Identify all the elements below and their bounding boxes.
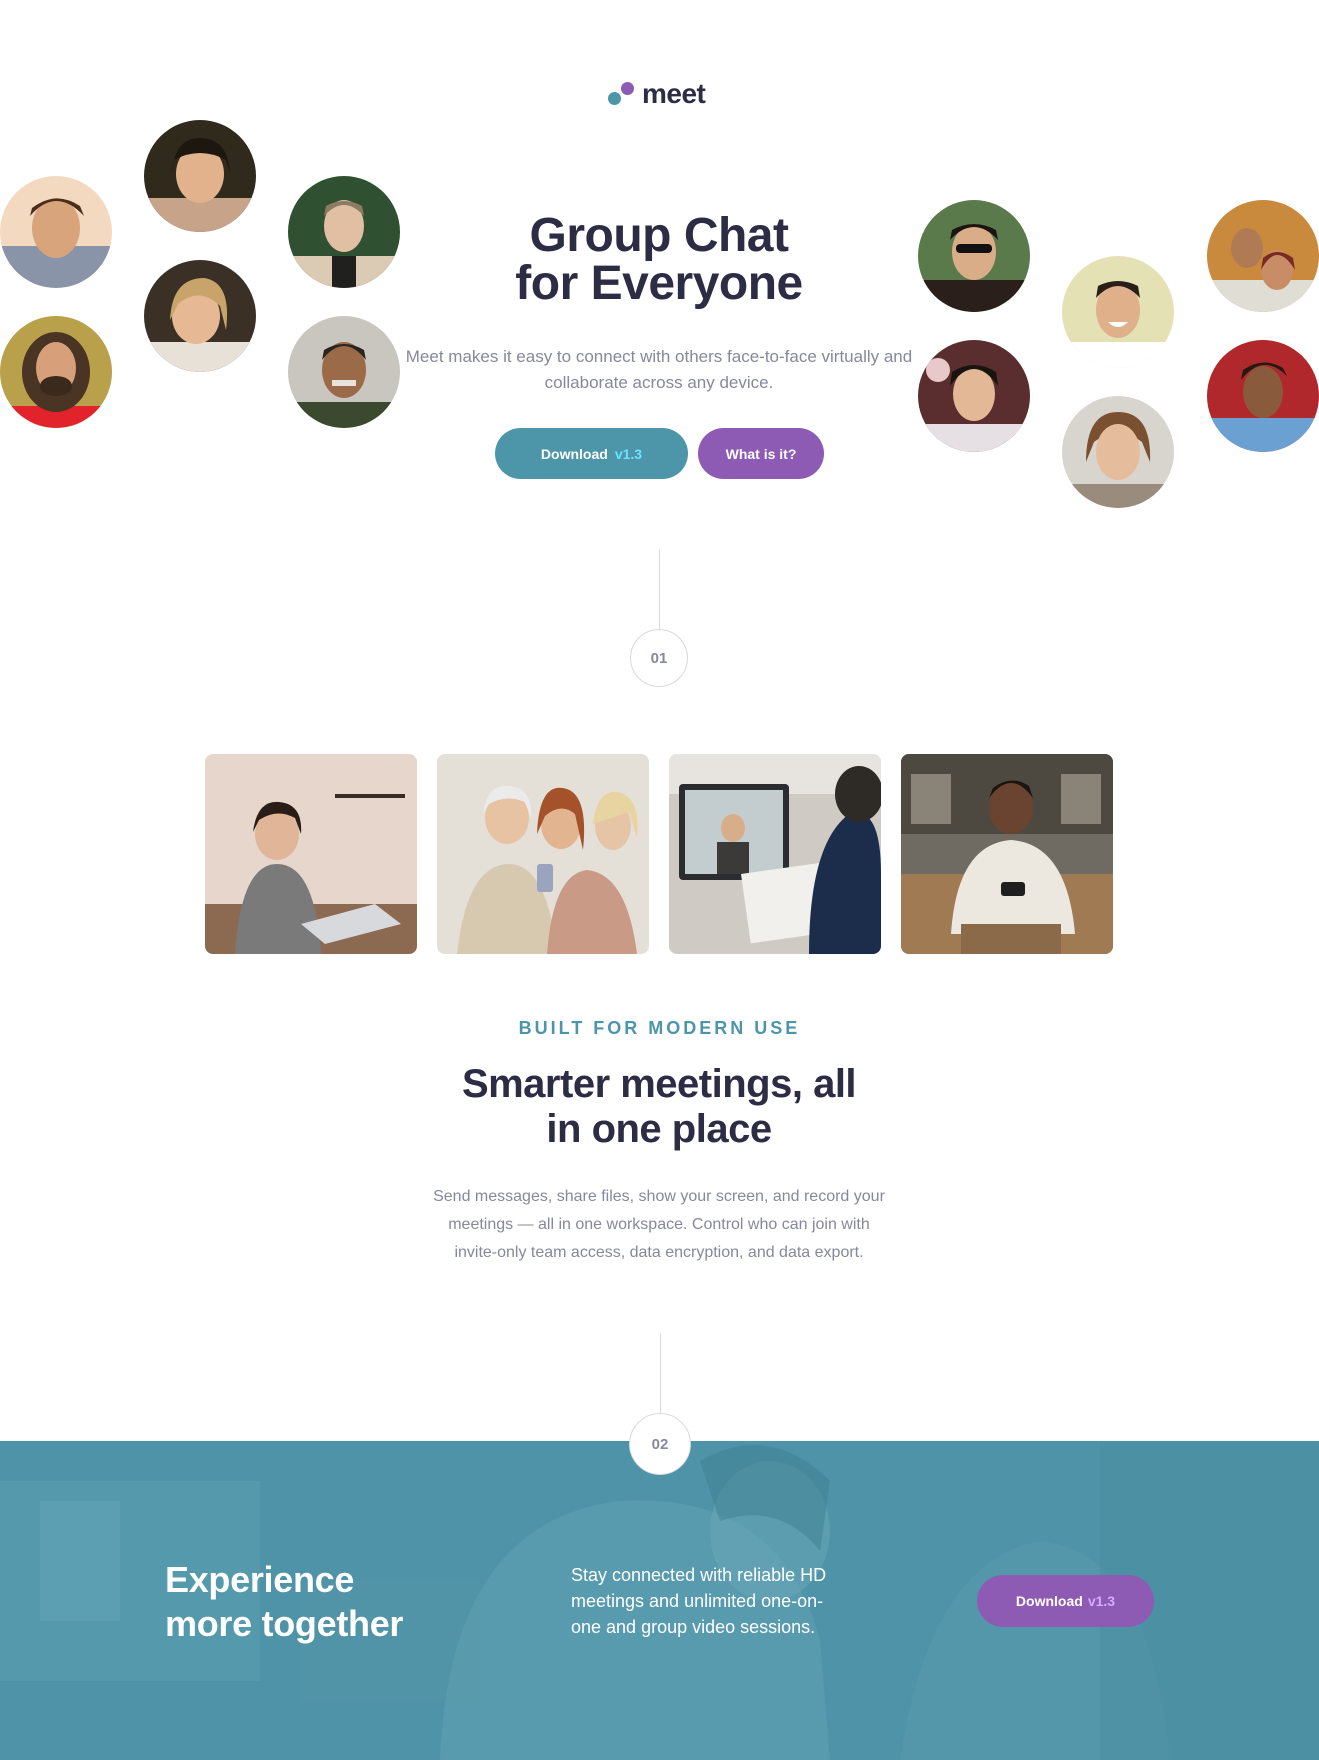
section-title: Smarter meetings, all in one place xyxy=(419,1062,899,1152)
hero-title-line2: for Everyone xyxy=(515,257,803,310)
photo-women-with-phone xyxy=(437,754,649,954)
cta-title: Experience more together xyxy=(165,1558,465,1646)
avatar xyxy=(918,200,1030,312)
cta-download-button[interactable]: Download v1.3 xyxy=(977,1575,1154,1627)
logo-icon xyxy=(608,80,634,108)
avatar xyxy=(144,120,256,232)
connector-line xyxy=(659,549,660,631)
avatar xyxy=(1207,200,1319,312)
hero-download-button[interactable]: Download v1.3 xyxy=(495,428,688,479)
photo-man-video-call xyxy=(669,754,881,954)
what-is-it-button[interactable]: What is it? xyxy=(698,428,824,479)
step-marker-02: 02 xyxy=(629,1413,691,1475)
brand-logo[interactable]: meet xyxy=(608,78,706,110)
section-title-line1: Smarter meetings, all xyxy=(461,1062,857,1106)
version-label: v1.3 xyxy=(1087,1593,1116,1609)
what-is-it-label: What is it? xyxy=(725,445,797,462)
step-marker-01: 01 xyxy=(630,629,688,687)
avatar xyxy=(288,316,400,428)
photo-man-with-phone xyxy=(901,754,1113,954)
photo-woman-with-laptop xyxy=(205,754,417,954)
connector-line xyxy=(660,1333,661,1423)
avatar xyxy=(1062,256,1174,368)
section-kicker: BUILT FOR MODERN USE xyxy=(518,1018,801,1038)
avatar xyxy=(0,176,112,288)
cta-title-line1: Experience xyxy=(165,1559,355,1600)
download-label: Download xyxy=(540,445,608,462)
hero-title-line1: Group Chat xyxy=(529,209,789,262)
cta-text: Stay connected with reliable HD meetings… xyxy=(571,1565,827,1637)
avatar xyxy=(144,260,256,372)
cta-title-line2: more together xyxy=(165,1603,404,1644)
section-body: Send messages, share files, show your sc… xyxy=(433,1188,885,1261)
avatar xyxy=(918,340,1030,452)
avatar xyxy=(0,316,112,428)
version-label: v1.3 xyxy=(614,445,643,462)
section-title-line2: in one place xyxy=(546,1107,772,1151)
avatar xyxy=(288,176,400,288)
brand-name: meet xyxy=(642,78,706,109)
hero-title: Group Chat for Everyone xyxy=(410,212,908,308)
avatar xyxy=(1062,396,1174,508)
download-label: Download xyxy=(1015,1593,1083,1609)
avatar xyxy=(1207,340,1319,452)
hero-subtitle: Meet makes it easy to connect with other… xyxy=(405,347,913,392)
